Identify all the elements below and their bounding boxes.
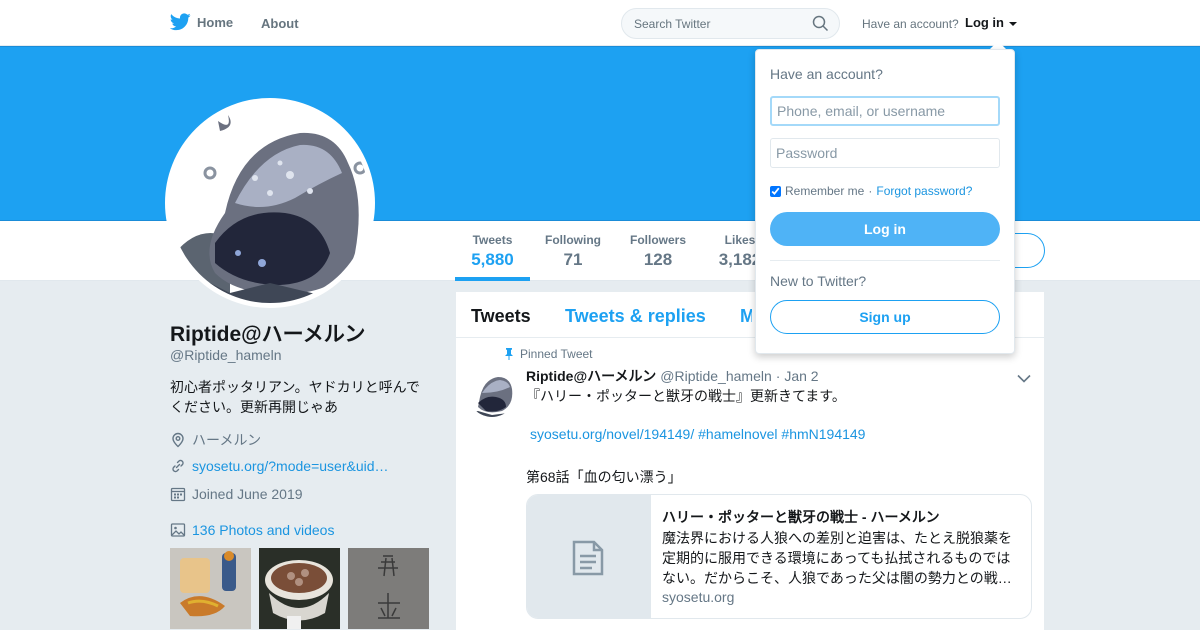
profile-joined-text: Joined June 2019 [192, 486, 303, 502]
profile-location: ハーメルン [170, 430, 261, 450]
card-thumbnail [527, 495, 651, 618]
top-nav: Home About Have an account? Log in [0, 0, 1200, 46]
dropdown-divider [770, 260, 1000, 261]
stat-tweets-label: Tweets [472, 233, 513, 247]
link-preview-card[interactable]: ハリー・ポッターと獣牙の戦士 - ハーメルン 魔法界における人狼への差別と迫害は… [526, 494, 1032, 619]
tweet-author-name[interactable]: Riptide@ハーメルン [526, 366, 656, 386]
nav-home-link[interactable]: Home [170, 13, 233, 31]
stat-followers[interactable]: Followers 128 [628, 233, 688, 270]
profile-name[interactable]: Riptide@ハーメルン [170, 318, 365, 348]
avatar-image [170, 103, 370, 303]
have-account-text: Have an account? [862, 17, 959, 31]
profile-url-link[interactable]: syosetu.org/?mode=user&uid… [192, 458, 389, 474]
stat-followers-value: 128 [643, 250, 673, 269]
profile-location-text: ハーメルン [192, 432, 262, 448]
photos-videos-link[interactable]: 136 Photos and videos [170, 522, 334, 538]
signup-button[interactable]: Sign up [770, 300, 1000, 334]
tab-tweets[interactable]: Tweets [471, 306, 531, 327]
profile-joined: Joined June 2019 [170, 486, 303, 502]
search-box [621, 8, 840, 39]
tweet-links: syosetu.org/novel/194149/ #hamelnovel #h… [530, 426, 865, 442]
photo-icon [170, 523, 186, 537]
profile-handle[interactable]: @Riptide_hameln [170, 347, 282, 363]
nav-about-link[interactable]: About [261, 16, 299, 31]
calendar-icon [170, 487, 186, 502]
stat-following-label: Following [545, 233, 601, 247]
tweet-more-caret-icon[interactable] [1017, 370, 1031, 388]
new-to-twitter-text: New to Twitter? [770, 273, 867, 289]
tweet-header: Riptide@ハーメルン @Riptide_hameln · Jan 2 [526, 366, 819, 386]
location-icon [172, 432, 184, 448]
login-dropdown-toggle[interactable]: Log in [965, 15, 1017, 30]
tweet-author-avatar[interactable] [468, 369, 516, 417]
stat-following-value: 71 [563, 250, 583, 269]
dropdown-title: Have an account? [770, 66, 883, 82]
nav-home-label: Home [197, 14, 234, 30]
active-tab-indicator [455, 277, 530, 281]
search-icon[interactable] [812, 15, 829, 37]
tweet-hashtag-hmn[interactable]: #hmN194149 [781, 426, 865, 442]
login-button[interactable]: Log in [770, 212, 1000, 246]
stat-following[interactable]: Following 71 [543, 233, 603, 270]
tweet-date[interactable]: · Jan 2 [776, 368, 819, 384]
tweet-hashtag-hamelnovel[interactable]: #hamelnovel [698, 426, 777, 442]
tweet-author-handle[interactable]: @Riptide_hameln [660, 368, 772, 384]
tweet-text-line1: 『ハリー・ポッターと獣牙の戦士』更新きてます。 [526, 388, 846, 404]
forgot-password-link[interactable]: Forgot password? [876, 184, 972, 198]
pinned-tweet-text: Pinned Tweet [520, 347, 593, 361]
profile-url: syosetu.org/?mode=user&uid… [170, 458, 389, 474]
photo-thumb-2[interactable] [259, 548, 340, 629]
photo-thumb-1[interactable] [170, 548, 251, 629]
stat-followers-label: Followers [629, 233, 686, 247]
profile-bio: 初心者ポッタリアン。ヤドカリと呼んでください。更新再開じゃあ [170, 379, 420, 415]
profile-avatar[interactable] [165, 98, 375, 308]
stat-tweets[interactable]: Tweets 5,880 [469, 233, 516, 270]
twitter-bird-icon [170, 13, 191, 31]
remember-me-checkbox[interactable] [770, 185, 781, 197]
card-domain: syosetu.org [662, 589, 735, 605]
search-input[interactable] [634, 15, 804, 33]
remember-me-row: Remember me · Forgot password? [770, 184, 972, 198]
card-description: 魔法界における人狼への差別と迫害は、たとえ脱狼薬を定期的に服用できる環境にあって… [662, 530, 1012, 586]
remember-me-label: Remember me [785, 184, 865, 198]
tweet-link-url[interactable]: syosetu.org/novel/194149/ [530, 426, 694, 442]
photo-thumb-3[interactable] [348, 548, 429, 629]
remember-separator: · [868, 184, 873, 198]
pinned-tweet-label: Pinned Tweet [504, 347, 593, 361]
tab-tweets-replies[interactable]: Tweets & replies [565, 306, 706, 327]
photos-videos-label: 136 Photos and videos [192, 522, 335, 538]
tab-media[interactable]: Media [740, 306, 752, 327]
card-title: ハリー・ポッターと獣牙の戦士 - ハーメルン [662, 509, 940, 525]
tweet-text-line3: 第68話「血の匂い漂う」 [526, 469, 682, 485]
caret-down-icon [1008, 21, 1017, 26]
password-field[interactable] [770, 138, 1000, 168]
login-link-label: Log in [965, 15, 1004, 30]
document-icon [572, 540, 604, 575]
stat-tweets-value: 5,880 [471, 250, 514, 269]
pin-icon [505, 348, 513, 360]
username-field[interactable] [770, 96, 1000, 126]
link-icon [172, 459, 184, 473]
login-dropdown: Have an account? Remember me · Forgot pa… [755, 49, 1015, 354]
